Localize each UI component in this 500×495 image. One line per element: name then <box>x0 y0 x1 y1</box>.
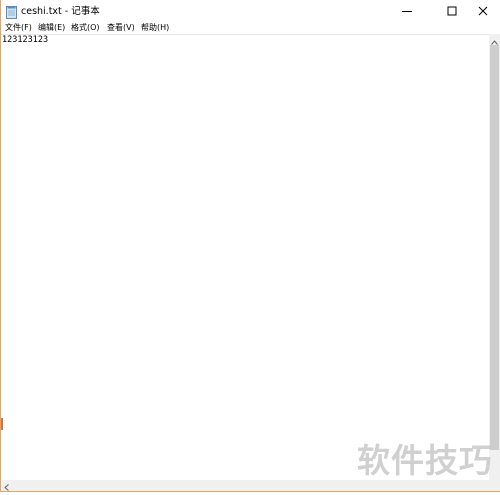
vertical-scroll-thumb[interactable] <box>490 45 499 450</box>
left-edge-marker <box>1 418 3 430</box>
close-icon <box>478 1 488 20</box>
menu-view[interactable]: 查看(V) <box>107 21 135 34</box>
text-editor[interactable]: 123123123 <box>1 34 489 481</box>
menu-help[interactable]: 帮助(H) <box>141 21 169 34</box>
horizontal-scrollbar[interactable] <box>1 480 351 491</box>
arrow-left-icon <box>4 476 9 495</box>
minimize-icon <box>402 1 412 20</box>
notepad-icon <box>6 4 17 19</box>
title-bar[interactable]: ceshi.txt - 记事本 <box>1 0 500 21</box>
editor-content: 123123123 <box>2 35 49 45</box>
notepad-window: ceshi.txt - 记事本 文件(F) 编辑(E) 格式(O) 查看(V) … <box>0 0 500 492</box>
menu-edit[interactable]: 编辑(E) <box>38 21 65 34</box>
vertical-scrollbar[interactable] <box>489 34 500 480</box>
close-button[interactable] <box>465 0 500 21</box>
menu-file[interactable]: 文件(F) <box>5 21 32 34</box>
minimize-button[interactable] <box>389 0 425 21</box>
menu-format[interactable]: 格式(O) <box>71 21 100 34</box>
window-title: ceshi.txt - 记事本 <box>21 6 100 17</box>
scroll-left-button[interactable] <box>1 480 12 491</box>
menu-bar: 文件(F) 编辑(E) 格式(O) 查看(V) 帮助(H) <box>1 21 500 34</box>
scroll-up-button[interactable] <box>489 34 500 45</box>
maximize-icon <box>447 1 457 20</box>
watermark-text: 软件技巧 <box>357 441 493 480</box>
